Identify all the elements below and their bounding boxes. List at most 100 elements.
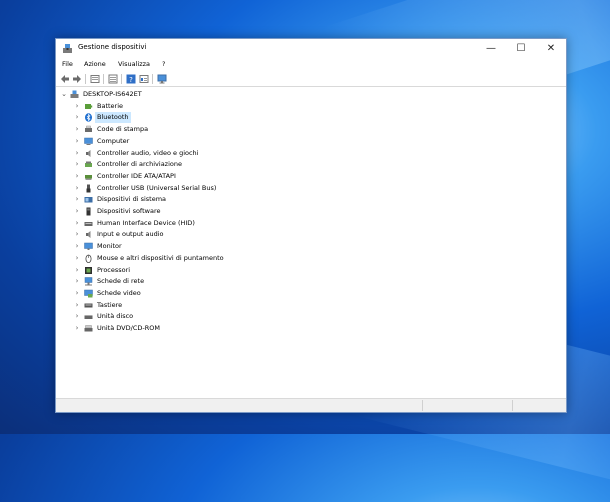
- computer-root-icon: [70, 90, 79, 98]
- speaker-icon: [86, 149, 91, 157]
- tree-item[interactable]: › Dispositivi software: [56, 206, 276, 217]
- chevron-right-icon[interactable]: ›: [73, 253, 81, 264]
- tree-item[interactable]: › Unità disco: [56, 311, 276, 322]
- menu-file[interactable]: File: [62, 60, 73, 68]
- tree-item[interactable]: › Schede video: [56, 288, 276, 299]
- tree-item-label: Monitor: [97, 242, 122, 251]
- tree-item-label: Controller USB (Universal Serial Bus): [97, 183, 217, 192]
- device-tree: ⌄ DESKTOP-IS642ET › Batterie › Bluetooth…: [56, 89, 566, 398]
- chevron-right-icon[interactable]: ›: [73, 265, 81, 276]
- chevron-right-icon[interactable]: ›: [73, 183, 81, 194]
- menu-visualizza[interactable]: Visualizza: [118, 60, 150, 68]
- tree-item-label: Input e output audio: [97, 230, 164, 239]
- chevron-right-icon[interactable]: ›: [73, 218, 81, 229]
- tree-item-label: Controller IDE ATA/ATAPI: [97, 171, 176, 180]
- system-devices-icon: [84, 197, 93, 203]
- tree-item-label: Schede video: [97, 288, 141, 297]
- hid-icon: [84, 221, 93, 226]
- chevron-right-icon[interactable]: ›: [73, 112, 81, 123]
- help-icon[interactable]: ?: [126, 74, 136, 84]
- ide-controller-icon: [85, 174, 92, 180]
- tree-view-icon[interactable]: [108, 74, 118, 84]
- chevron-right-icon[interactable]: ›: [73, 124, 81, 135]
- chevron-right-icon[interactable]: ›: [73, 148, 81, 159]
- toolbar: ?: [56, 72, 566, 87]
- chevron-right-icon[interactable]: ›: [73, 276, 81, 287]
- properties-icon[interactable]: [90, 74, 100, 84]
- minimize-button[interactable]: —: [476, 39, 506, 59]
- status-bar-divider: [422, 400, 423, 411]
- tree-item-selected[interactable]: › Bluetooth: [56, 112, 276, 124]
- menu-azione[interactable]: Azione: [84, 60, 106, 68]
- chevron-right-icon[interactable]: ›: [73, 229, 81, 240]
- storage-controller-icon: [85, 161, 92, 168]
- tree-item[interactable]: › Batterie: [56, 101, 276, 112]
- tree-item[interactable]: › Dispositivi di sistema: [56, 194, 276, 205]
- tree-item[interactable]: › Computer: [56, 136, 276, 147]
- details-icon[interactable]: [139, 74, 149, 84]
- chevron-right-icon[interactable]: ›: [73, 194, 81, 205]
- tree-item-label: Processori: [97, 265, 131, 274]
- tree-item-label: Human Interface Device (HID): [97, 218, 195, 227]
- chevron-right-icon[interactable]: ›: [73, 206, 81, 217]
- software-devices-icon: [86, 207, 91, 216]
- tree-item[interactable]: › Controller IDE ATA/ATAPI: [56, 171, 276, 182]
- tree-item[interactable]: › Controller audio, video e giochi: [56, 148, 276, 159]
- toolbar-separator: [152, 74, 153, 84]
- mouse-icon: [85, 254, 92, 263]
- dvd-drive-icon: [84, 325, 93, 332]
- close-button[interactable]: ✕: [536, 39, 566, 59]
- tree-item[interactable]: › Mouse e altri dispositivi di puntament…: [56, 253, 296, 264]
- tree-item[interactable]: › Controller USB (Universal Serial Bus): [56, 183, 296, 194]
- tree-item-label: Unità disco: [97, 312, 134, 321]
- tree-item[interactable]: › Controller di archiviazione: [56, 159, 276, 170]
- audio-io-icon: [86, 231, 91, 239]
- monitor-icon: [84, 242, 93, 251]
- toolbar-separator: [121, 74, 122, 84]
- tree-item-label: Dispositivi di sistema: [97, 195, 167, 204]
- forward-arrow-icon[interactable]: [72, 74, 82, 84]
- chevron-right-icon[interactable]: ›: [73, 136, 81, 147]
- toolbar-separator: [85, 74, 86, 84]
- status-bar: [56, 398, 566, 412]
- tree-item[interactable]: › Monitor: [56, 241, 276, 252]
- tree-item-label: Controller di archiviazione: [97, 160, 182, 169]
- title-bar[interactable]: Gestione dispositivi — ☐ ✕: [56, 39, 566, 59]
- tree-item-label: Batterie: [97, 101, 124, 110]
- svg-text:?: ?: [129, 76, 133, 84]
- tree-item[interactable]: › Processori: [56, 265, 276, 276]
- tree-item[interactable]: › Input e output audio: [56, 229, 276, 240]
- tree-root[interactable]: ⌄ DESKTOP-IS642ET: [56, 89, 256, 100]
- tree-item[interactable]: › Human Interface Device (HID): [56, 218, 276, 229]
- disk-drive-icon: [84, 315, 93, 320]
- processor-icon: [85, 266, 92, 274]
- back-arrow-icon[interactable]: [60, 74, 70, 84]
- tree-item-label: Bluetooth: [95, 112, 131, 124]
- chevron-right-icon[interactable]: ›: [73, 241, 81, 252]
- chevron-right-icon[interactable]: ›: [73, 323, 81, 334]
- chevron-right-icon[interactable]: ›: [73, 159, 81, 170]
- tree-item[interactable]: › Unità DVD/CD-ROM: [56, 323, 276, 334]
- keyboard-icon: [84, 303, 93, 308]
- tree-item[interactable]: › Code di stampa: [56, 124, 276, 135]
- bluetooth-icon: [85, 113, 92, 123]
- tree-item[interactable]: › Schede di rete: [56, 276, 276, 287]
- chevron-right-icon[interactable]: ›: [73, 101, 81, 112]
- device-manager-window: Gestione dispositivi — ☐ ✕ File Azione V…: [55, 38, 567, 413]
- chevron-down-icon[interactable]: ⌄: [60, 89, 68, 100]
- monitor-scan-icon[interactable]: [157, 74, 167, 84]
- chevron-right-icon[interactable]: ›: [73, 311, 81, 322]
- chevron-right-icon[interactable]: ›: [73, 171, 81, 182]
- tree-item-label: Code di stampa: [97, 125, 149, 134]
- tree-item[interactable]: › Tastiere: [56, 300, 276, 311]
- printer-icon: [85, 125, 92, 133]
- tree-item-label: Controller audio, video e giochi: [97, 148, 199, 157]
- menu-help[interactable]: ?: [162, 60, 165, 68]
- battery-icon: [85, 103, 93, 109]
- maximize-button[interactable]: ☐: [506, 39, 536, 59]
- chevron-right-icon[interactable]: ›: [73, 300, 81, 311]
- chevron-right-icon[interactable]: ›: [73, 288, 81, 299]
- tree-item-label: Dispositivi software: [97, 207, 161, 215]
- tree-item-label: Unità DVD/CD-ROM: [97, 324, 160, 332]
- usb-icon: [86, 184, 91, 193]
